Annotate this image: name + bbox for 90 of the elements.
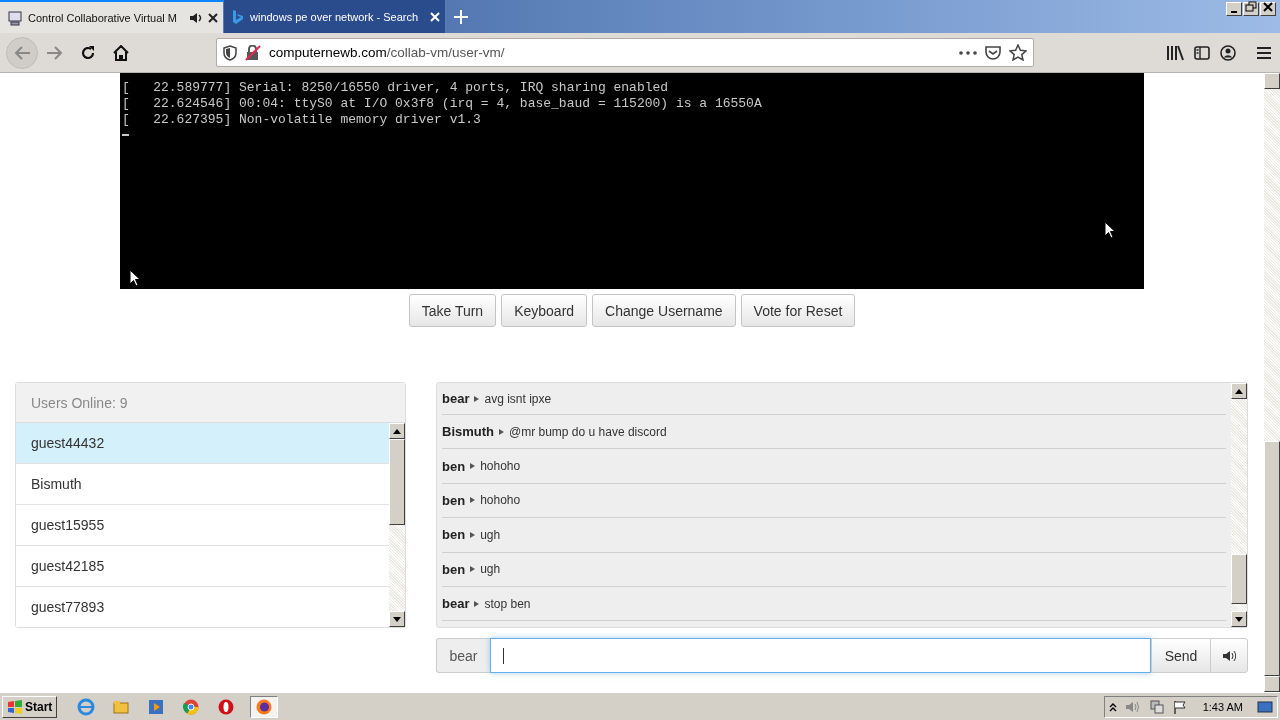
show-desktop-icon[interactable] (1257, 700, 1273, 713)
vm-control-button[interactable]: Change Username (592, 294, 736, 327)
triangle-icon (474, 600, 480, 607)
up-arrow-icon (1235, 388, 1243, 394)
triangle-icon (470, 463, 476, 470)
new-tab-icon[interactable] (454, 9, 468, 24)
insecure-lock-icon (245, 44, 261, 61)
close-icon (1261, 1, 1275, 13)
triangle-icon (470, 531, 476, 538)
scrollbar-thumb[interactable] (1231, 554, 1247, 604)
restore-icon (1244, 1, 1258, 13)
chat-message: hohoho (480, 459, 521, 474)
browser-tab[interactable]: windows pe over network - Search (224, 0, 446, 33)
chat-username: ben (442, 492, 466, 508)
shield-icon (223, 44, 237, 61)
vm-control-button[interactable]: Keyboard (501, 294, 588, 327)
mouse-pointer-icon (1104, 221, 1116, 239)
tab-title: Control Collaborative Virtual M (28, 11, 178, 24)
chat-username: Bismuth (442, 424, 494, 440)
library-icon[interactable] (1166, 44, 1184, 61)
triangle-icon (474, 395, 480, 402)
chat-message: avg isnt ipxe (484, 391, 552, 406)
username-label: bear (436, 638, 490, 673)
clock-text: 1:43 AM (1202, 700, 1243, 713)
down-arrow-icon (1235, 616, 1243, 622)
sound-button[interactable] (1210, 638, 1248, 673)
close-icon[interactable] (208, 12, 218, 23)
windows-logo-icon (7, 699, 23, 714)
chat-message: @mr bump do u have discord (509, 424, 667, 439)
up-arrow-icon (393, 428, 401, 434)
speaker-icon (1222, 649, 1236, 662)
minimize-button[interactable] (1226, 2, 1242, 16)
media-player-icon[interactable] (147, 697, 166, 716)
scroll-down-button[interactable] (1231, 611, 1247, 627)
tab-title: windows pe over network - Search (250, 10, 420, 23)
b-logo-icon (231, 8, 245, 25)
browser-tab[interactable]: Control Collaborative Virtual M (0, 0, 224, 33)
chat-input[interactable] (490, 638, 1151, 673)
triangle-icon (470, 497, 476, 504)
restore-button[interactable] (1243, 2, 1259, 16)
network-icon[interactable] (1148, 699, 1165, 714)
home-icon[interactable] (112, 44, 130, 61)
scroll-down-button[interactable] (1264, 676, 1280, 692)
mouse-pointer-icon (129, 269, 141, 287)
chat-username: bear (442, 596, 470, 612)
triangle-icon (499, 428, 504, 435)
computer-icon (7, 9, 23, 26)
reload-icon[interactable] (80, 44, 96, 61)
minimize-icon (1231, 11, 1237, 13)
chat-message: ugh (480, 562, 501, 577)
vm-screen[interactable]: [ 22.589777] Serial: 8250/16550 driver, 4 ports, IRQ sharing enabled [ 22.624546] 00:04: ttyS0 at I/O 0x3f8 (irq = 4, base_baud = 115200) is a 16550A [ 22.627395] Non-volatile memory driver v1.3 (120, 73, 1144, 289)
menu-icon[interactable] (1256, 45, 1272, 60)
chat-username: bear (442, 391, 470, 406)
url-text: computernewb.com/collab-vm/user-vm/ (269, 45, 506, 60)
down-arrow-icon (393, 616, 401, 622)
chrome-icon[interactable] (182, 697, 201, 716)
scroll-down-button[interactable] (389, 611, 405, 627)
star-icon[interactable] (1009, 44, 1027, 61)
chat-message: ugh (480, 527, 501, 542)
more-icon[interactable] (959, 50, 977, 55)
account-icon[interactable] (1220, 44, 1236, 61)
scroll-up-button[interactable] (389, 423, 405, 439)
chat-username: ben (442, 561, 466, 577)
console-line: [ 22.627395] Non-volatile memory driver v1.3 (121, 112, 482, 128)
triangle-icon (470, 566, 476, 573)
chevron-up-icon[interactable] (1108, 701, 1117, 712)
forward-icon[interactable] (46, 44, 64, 61)
start-button[interactable]: Start (2, 695, 58, 718)
chat-message: hohoho (480, 493, 521, 508)
sidebar-icon[interactable] (1194, 45, 1210, 60)
chat-username: ben (442, 458, 466, 474)
vm-control-button[interactable]: Vote for Reset (740, 294, 856, 327)
opera-icon[interactable] (217, 697, 236, 716)
vm-control-button[interactable]: Take Turn (408, 294, 497, 327)
firefox-icon[interactable] (255, 697, 274, 716)
scrollbar-thumb[interactable] (389, 439, 405, 525)
chat-message: stop ben (484, 596, 531, 611)
address-bar[interactable]: computernewb.com/collab-vm/user-vm/ (216, 38, 1034, 67)
console-line: [ 22.624546] 00:04: ttyS0 at I/O 0x3f8 (irq = 4, base_baud = 115200) is a 16550A (121, 96, 763, 112)
console-line: [ 22.589777] Serial: 8250/16550 driver, 4 ports, IRQ sharing enabled (121, 80, 670, 96)
close-button[interactable] (1260, 2, 1276, 16)
user-list-item[interactable]: guest44432 (16, 423, 389, 464)
pocket-icon[interactable] (985, 45, 1001, 60)
users-online-header: Users Online: 9 (16, 383, 405, 423)
scrollbar-thumb[interactable] (1264, 441, 1280, 676)
scroll-up-button[interactable] (1231, 383, 1247, 399)
send-button[interactable]: Send (1151, 638, 1210, 673)
flag-icon[interactable] (1172, 699, 1187, 714)
chat-username: ben (442, 527, 466, 543)
scroll-up-button[interactable] (1264, 73, 1280, 89)
